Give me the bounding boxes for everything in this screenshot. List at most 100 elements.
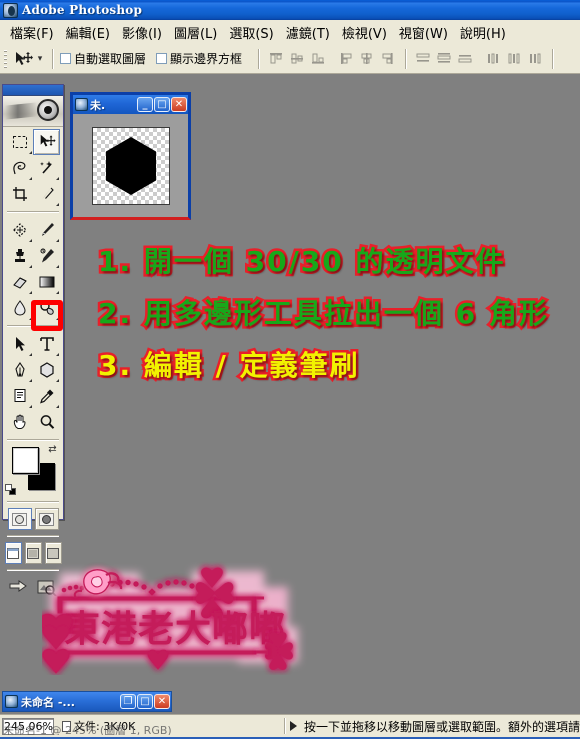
- mask-mode-row: [3, 505, 63, 533]
- flyout-triangle-icon: [29, 265, 32, 268]
- foreground-color-swatch[interactable]: [12, 447, 39, 474]
- tool-preset-chevron-down-icon[interactable]: ▾: [34, 54, 46, 64]
- tool-polygon-shape[interactable]: [33, 357, 60, 383]
- close-button[interactable]: ✕: [171, 97, 187, 112]
- document-title: 未.: [90, 98, 106, 112]
- signature-text: 東港老大嘟嘟: [64, 609, 286, 650]
- tool-brush[interactable]: [33, 217, 60, 243]
- tool-eyedropper[interactable]: [33, 383, 60, 409]
- options-bar-grip[interactable]: [2, 47, 9, 70]
- minwin-close-button[interactable]: ✕: [154, 694, 170, 709]
- show-bounding-box-checkbox[interactable]: 顯示邊界方框: [156, 50, 242, 67]
- align-bottom-edges-icon[interactable]: [308, 49, 328, 68]
- menu-file[interactable]: 檔案(F): [4, 21, 60, 44]
- tool-dodge[interactable]: [33, 295, 60, 321]
- document-canvas-area[interactable]: [73, 114, 188, 217]
- tool-options-bar: ▾ 自動選取圖層 顯示邊界方框: [0, 44, 580, 74]
- flyout-triangle-icon: [29, 151, 32, 154]
- toolbox-separator-3: [7, 439, 59, 441]
- align-horizontal-centers-icon[interactable]: [357, 49, 377, 68]
- move-tool-icon[interactable]: [12, 49, 34, 69]
- align-right-edges-icon[interactable]: [378, 49, 398, 68]
- distribute-top-edges-icon[interactable]: [413, 49, 433, 68]
- flyout-triangle-icon: [29, 239, 32, 242]
- toolbox-separator-4: [7, 501, 59, 503]
- menu-filter[interactable]: 濾鏡(T): [280, 21, 336, 44]
- toolbox-title-bar[interactable]: [3, 85, 63, 96]
- application-title: Adobe Photoshop: [22, 3, 143, 17]
- flyout-triangle-icon: [56, 317, 59, 320]
- document-title-bar[interactable]: 未. _ □ ✕: [73, 95, 188, 114]
- annotation-line-2-text: 2. 用多邊形工具拉出一個 6 角形: [96, 295, 550, 333]
- tool-eraser[interactable]: [6, 269, 33, 295]
- status-expand-arrow-icon[interactable]: [290, 721, 297, 731]
- checkbox-box-bounding[interactable]: [156, 53, 168, 64]
- minimized-window-title: 未命名 -...: [21, 695, 75, 709]
- distribute-left-edges-icon[interactable]: [483, 49, 503, 68]
- standard-screen-icon[interactable]: [4, 542, 22, 564]
- tool-grid-selection: [3, 127, 63, 209]
- minimize-button[interactable]: _: [137, 97, 153, 112]
- tool-hand[interactable]: [6, 409, 33, 435]
- tool-marquee[interactable]: [6, 129, 33, 155]
- tool-magic-wand[interactable]: [33, 155, 60, 181]
- fullscreen-menubar-icon[interactable]: [24, 542, 42, 564]
- distribute-horizontal-centers-icon[interactable]: [504, 49, 524, 68]
- distribute-vertical-centers-icon[interactable]: [434, 49, 454, 68]
- tool-path-selection[interactable]: [6, 331, 33, 357]
- align-left-edges-icon[interactable]: [336, 49, 356, 68]
- annotation-line-3: 3. 編輯 / 定義筆刷: [96, 344, 361, 385]
- tool-pen[interactable]: [6, 357, 33, 383]
- document-canvas[interactable]: [91, 126, 170, 205]
- tool-healing-brush[interactable]: [6, 217, 33, 243]
- color-swatches-area: ⇄: [3, 443, 63, 499]
- flyout-triangle-icon: [56, 405, 59, 408]
- tool-notes[interactable]: [6, 383, 33, 409]
- tool-type[interactable]: [33, 331, 60, 357]
- show-bounding-box-label: 顯示邊界方框: [170, 52, 243, 66]
- photoshop-eye-banner: [3, 96, 63, 127]
- flyout-triangle-icon: [29, 177, 32, 180]
- tool-clone-stamp[interactable]: [6, 243, 33, 269]
- swap-colors-icon[interactable]: ⇄: [47, 444, 58, 455]
- menu-edit[interactable]: 編輯(E): [60, 21, 116, 44]
- flyout-triangle-icon: [56, 291, 59, 294]
- menu-image[interactable]: 影像(I): [116, 21, 168, 44]
- tool-blur[interactable]: [6, 295, 33, 321]
- maximize-button[interactable]: □: [154, 97, 170, 112]
- auto-select-layer-label: 自動選取圖層: [74, 52, 147, 66]
- jump-to-icon[interactable]: [8, 576, 32, 598]
- auto-select-layer-checkbox[interactable]: 自動選取圖層: [60, 50, 146, 67]
- menu-layer[interactable]: 圖層(L): [168, 21, 223, 44]
- tool-zoom[interactable]: [33, 409, 60, 435]
- annotation-line-2: 2. 用多邊形工具拉出一個 6 角形: [96, 292, 550, 333]
- distribute-bottom-edges-icon[interactable]: [455, 49, 475, 68]
- tool-crop[interactable]: [6, 181, 33, 207]
- eye-icon: [37, 99, 59, 121]
- tool-history-brush[interactable]: [33, 243, 60, 269]
- status-separator: [284, 718, 286, 734]
- minimized-document-window[interactable]: 未命名 -... ❐ □ ✕: [2, 691, 172, 712]
- minwin-maximize-button[interactable]: □: [137, 694, 153, 709]
- quick-mask-icon[interactable]: [34, 508, 59, 530]
- standard-mode-icon[interactable]: [7, 508, 32, 530]
- tool-gradient[interactable]: [33, 269, 60, 295]
- restore-button[interactable]: ❐: [120, 694, 136, 709]
- tool-move[interactable]: [33, 129, 60, 155]
- menu-view[interactable]: 檢視(V): [336, 21, 393, 44]
- distribute-right-edges-icon[interactable]: [525, 49, 545, 68]
- menu-select[interactable]: 選取(S): [223, 21, 279, 44]
- tool-slice[interactable]: [33, 181, 60, 207]
- tool-lasso[interactable]: [6, 155, 33, 181]
- menu-window[interactable]: 視窗(W): [393, 21, 454, 44]
- flyout-triangle-icon: [29, 291, 32, 294]
- options-separator-2: [258, 48, 261, 69]
- menu-help[interactable]: 說明(H): [454, 21, 512, 44]
- checkbox-box-auto-select[interactable]: [60, 53, 71, 64]
- banner-brush-stroke: [5, 102, 37, 120]
- align-top-edges-icon[interactable]: [266, 49, 286, 68]
- status-bar-left: 245.06% 文件: 3K/0K 未命名-1 @ 245% (圖層 1, RG…: [0, 717, 284, 735]
- align-vertical-centers-icon[interactable]: [287, 49, 307, 68]
- status-ghost-overlay: 未命名-1 @ 245% (圖層 1, RGB): [3, 723, 172, 735]
- default-colors-icon[interactable]: [5, 484, 16, 495]
